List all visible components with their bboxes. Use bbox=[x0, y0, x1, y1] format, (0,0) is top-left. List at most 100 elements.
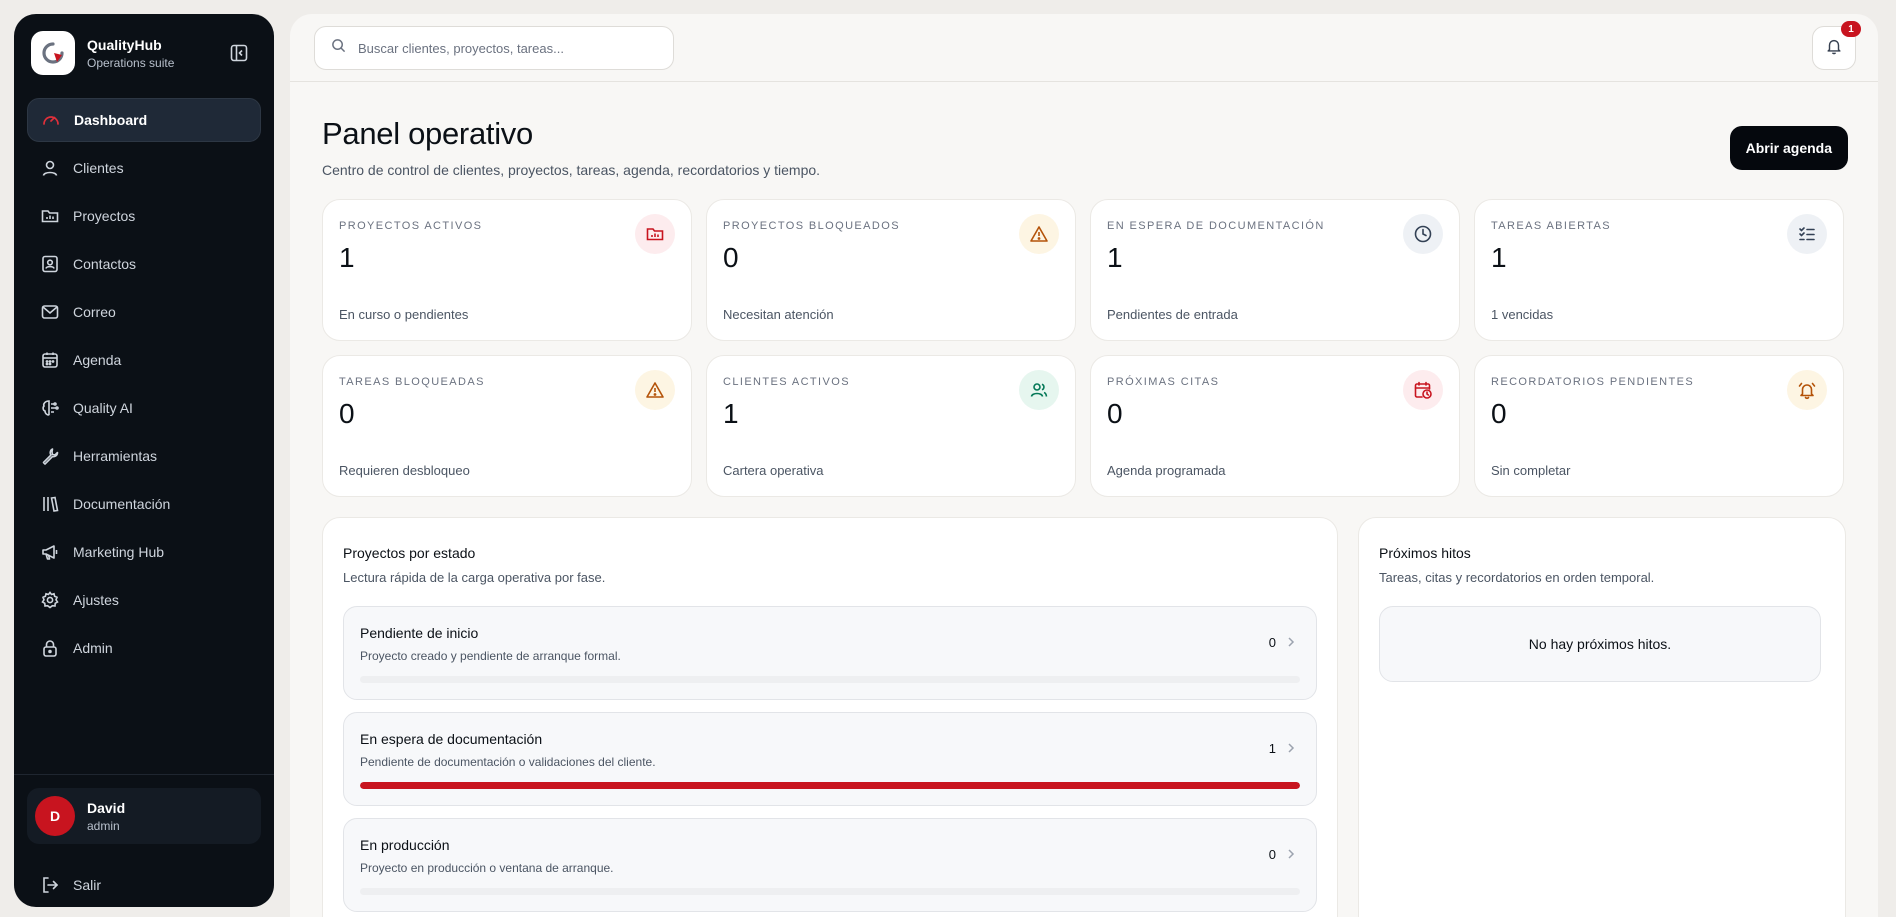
phase-count: 1 bbox=[1268, 741, 1276, 756]
megaphone-icon bbox=[39, 541, 61, 563]
phase-desc: Proyecto creado y pendiente de arranque … bbox=[360, 649, 621, 663]
sidebar-item-clientes[interactable]: Clientes bbox=[27, 146, 261, 190]
sidebar-item-label: Correo bbox=[73, 304, 116, 320]
warning-icon bbox=[1019, 214, 1059, 254]
stat-value: 1 bbox=[1491, 242, 1507, 273]
phase-card-waiting-documentation[interactable]: En espera de documentación Pendiente de … bbox=[343, 712, 1317, 806]
sidebar: QualityHub Operations suite Dashboard Cl… bbox=[14, 14, 274, 907]
sidebar-item-ajustes[interactable]: Ajustes bbox=[27, 578, 261, 622]
page-title: Panel operativo bbox=[322, 116, 533, 151]
phase-card-pending-start[interactable]: Pendiente de inicio Proyecto creado y pe… bbox=[343, 606, 1317, 700]
search-icon bbox=[331, 38, 346, 58]
main-content: 1 Panel operativo Centro de control de c… bbox=[290, 14, 1878, 917]
gauge-icon bbox=[40, 109, 62, 131]
users-icon bbox=[1019, 370, 1059, 410]
sidebar-item-label: Dashboard bbox=[74, 112, 148, 128]
stat-desc: Requieren desbloqueo bbox=[339, 463, 470, 478]
brain-icon bbox=[39, 397, 61, 419]
stat-label: Clientes activos bbox=[723, 376, 850, 388]
sidebar-item-label: Herramientas bbox=[73, 448, 158, 464]
folder-chart-icon bbox=[39, 205, 61, 227]
sidebar-item-agenda[interactable]: Agenda bbox=[27, 338, 261, 382]
sidebar-item-correo[interactable]: Correo bbox=[27, 290, 261, 334]
sidebar-item-label: Agenda bbox=[73, 352, 122, 368]
library-icon bbox=[39, 493, 61, 515]
stat-desc: En curso o pendientes bbox=[339, 307, 469, 322]
sidebar-divider bbox=[14, 774, 274, 775]
notifications-button[interactable]: 1 bbox=[1812, 21, 1861, 70]
phase-card-in-production[interactable]: En producción Proyecto en producción o v… bbox=[343, 818, 1317, 912]
sidebar-item-documentacion[interactable]: Documentación bbox=[27, 482, 261, 526]
mail-icon bbox=[39, 301, 61, 323]
wrench-icon bbox=[39, 445, 61, 467]
phase-title: En producción bbox=[360, 837, 450, 853]
stat-card-blocked-tasks[interactable]: Tareas bloqueadas 0 Requieren desbloqueo bbox=[322, 355, 692, 497]
stat-value: 1 bbox=[339, 242, 355, 273]
chevron-right-icon bbox=[1284, 845, 1298, 863]
sidebar-item-proyectos[interactable]: Proyectos bbox=[27, 194, 261, 238]
sidebar-item-label: Ajustes bbox=[73, 592, 119, 608]
contact-card-icon bbox=[39, 253, 61, 275]
brand-logo-icon bbox=[31, 31, 75, 75]
upcoming-milestones-panel: Próximos hitos Tareas, citas y recordato… bbox=[1358, 517, 1846, 917]
lock-icon bbox=[39, 637, 61, 659]
phase-count: 0 bbox=[1268, 635, 1276, 650]
stat-label: Proyectos bloqueados bbox=[723, 220, 900, 232]
sidebar-item-label: Documentación bbox=[73, 496, 171, 512]
phase-desc: Proyecto en producción o ventana de arra… bbox=[360, 861, 614, 875]
logout-button[interactable]: Salir bbox=[39, 874, 101, 896]
stat-card-waiting-documentation[interactable]: En espera de documentación 1 Pendientes … bbox=[1090, 199, 1460, 341]
panel-subtitle: Lectura rápida de la carga operativa por… bbox=[343, 570, 606, 585]
sidebar-item-label: Proyectos bbox=[73, 208, 136, 224]
alarm-bell-icon bbox=[1787, 370, 1827, 410]
sidebar-item-label: Clientes bbox=[73, 160, 124, 176]
sidebar-nav: Dashboard Clientes Proyectos Contactos C… bbox=[27, 98, 261, 674]
panel-subtitle: Tareas, citas y recordatorios en orden t… bbox=[1379, 570, 1655, 585]
folder-chart-icon bbox=[635, 214, 675, 254]
sidebar-item-marketing-hub[interactable]: Marketing Hub bbox=[27, 530, 261, 574]
stat-card-pending-reminders[interactable]: Recordatorios pendientes 0 Sin completar bbox=[1474, 355, 1844, 497]
stat-card-blocked-projects[interactable]: Proyectos bloqueados 0 Necesitan atenció… bbox=[706, 199, 1076, 341]
sidebar-item-herramientas[interactable]: Herramientas bbox=[27, 434, 261, 478]
sidebar-item-label: Admin bbox=[73, 640, 113, 656]
phase-progress-track bbox=[360, 782, 1300, 789]
user-card[interactable]: D David admin bbox=[27, 788, 261, 844]
stat-label: Próximas citas bbox=[1107, 376, 1220, 388]
stat-desc: Agenda programada bbox=[1107, 463, 1226, 478]
page-subtitle: Centro de control de clientes, proyectos… bbox=[322, 162, 821, 178]
stat-card-open-tasks[interactable]: Tareas abiertas 1 1 vencidas bbox=[1474, 199, 1844, 341]
phase-progress-fill bbox=[360, 782, 1300, 789]
search-input[interactable] bbox=[358, 40, 658, 56]
topbar: 1 bbox=[290, 14, 1878, 82]
avatar: D bbox=[35, 796, 75, 836]
panel-title: Proyectos por estado bbox=[343, 545, 476, 561]
stat-value: 0 bbox=[339, 398, 355, 429]
phase-progress-track bbox=[360, 888, 1300, 895]
stat-label: Tareas bloqueadas bbox=[339, 376, 485, 388]
stat-card-active-projects[interactable]: Proyectos activos 1 En curso o pendiente… bbox=[322, 199, 692, 341]
stat-card-upcoming-appointments[interactable]: Próximas citas 0 Agenda programada bbox=[1090, 355, 1460, 497]
sidebar-item-contactos[interactable]: Contactos bbox=[27, 242, 261, 286]
search-box[interactable] bbox=[314, 26, 674, 70]
sidebar-item-admin[interactable]: Admin bbox=[27, 626, 261, 670]
phase-desc: Pendiente de documentación o validacione… bbox=[360, 755, 656, 769]
stat-desc: 1 vencidas bbox=[1491, 307, 1554, 322]
collapse-sidebar-icon[interactable] bbox=[228, 42, 250, 64]
notification-badge: 1 bbox=[1841, 21, 1861, 37]
warning-icon bbox=[635, 370, 675, 410]
stat-card-active-clients[interactable]: Clientes activos 1 Cartera operativa bbox=[706, 355, 1076, 497]
brand[interactable]: QualityHub Operations suite bbox=[31, 31, 174, 75]
calendar-icon bbox=[39, 349, 61, 371]
stat-desc: Sin completar bbox=[1491, 463, 1571, 478]
stat-desc: Pendientes de entrada bbox=[1107, 307, 1238, 322]
checklist-icon bbox=[1787, 214, 1827, 254]
open-agenda-button[interactable]: Abrir agenda bbox=[1729, 126, 1848, 170]
sidebar-item-quality-ai[interactable]: Quality AI bbox=[27, 386, 261, 430]
projects-by-status-panel: Proyectos por estado Lectura rápida de l… bbox=[322, 517, 1338, 917]
phase-title: Pendiente de inicio bbox=[360, 625, 479, 641]
user-role: admin bbox=[87, 818, 120, 833]
brand-name: QualityHub bbox=[87, 36, 162, 53]
sidebar-item-dashboard[interactable]: Dashboard bbox=[27, 98, 261, 142]
stat-value: 0 bbox=[1491, 398, 1507, 429]
user-name: David bbox=[87, 799, 126, 816]
